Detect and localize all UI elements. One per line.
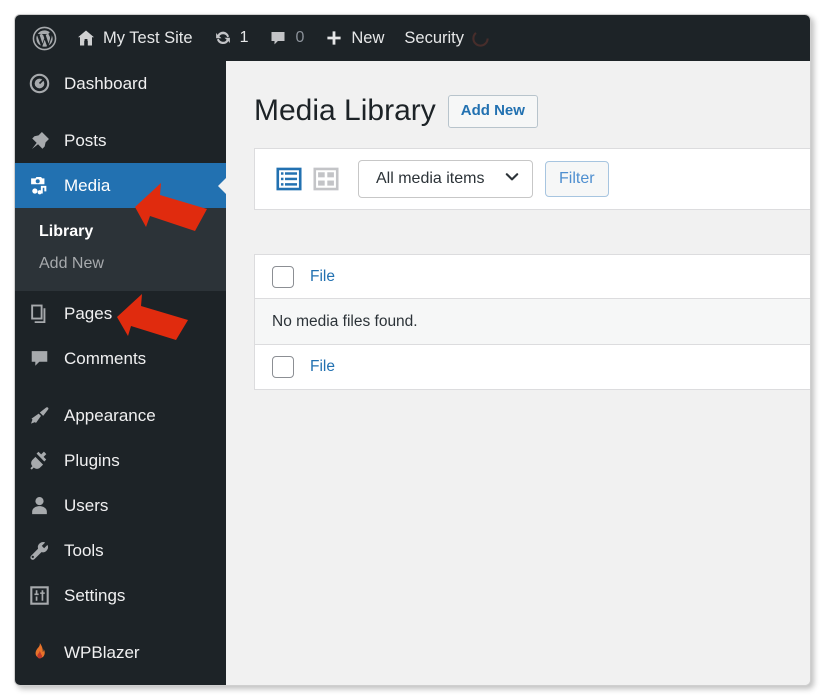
comment-bubble-icon (268, 28, 288, 48)
comments-count: 0 (295, 29, 305, 46)
sidebar-item-appearance[interactable]: Appearance (15, 393, 226, 438)
sidebar-label: Comments (64, 348, 147, 368)
wrench-icon (27, 540, 51, 561)
admin-sidebar-menu: Dashboard Posts Media Library Add New Pa… (15, 61, 226, 685)
loading-spinner-icon (471, 29, 490, 48)
menu-separator (15, 381, 226, 393)
sidebar-label: Settings (64, 585, 126, 605)
sidebar-label: Plugins (64, 450, 120, 470)
home-icon (76, 28, 96, 48)
table-header-row: File (255, 255, 810, 299)
empty-message: No media files found. (272, 312, 418, 330)
media-type-filter-select[interactable]: All media items (358, 160, 533, 198)
page-title: Media Library (254, 94, 436, 127)
media-list-table: File No media files found. File (254, 254, 810, 390)
sidebar-label: Appearance (64, 405, 156, 425)
paintbrush-icon (27, 405, 51, 426)
sidebar-label: Media (64, 175, 111, 195)
media-camera-music-icon (27, 175, 51, 196)
sidebar-item-wpblazer[interactable]: WPBlazer (15, 630, 226, 675)
sidebar-item-plugins[interactable]: Plugins (15, 438, 226, 483)
select-all-checkbox-footer[interactable] (272, 356, 294, 378)
wordpress-logo-button[interactable] (23, 15, 66, 61)
column-footer-file[interactable]: File (310, 358, 335, 376)
menu-separator (15, 618, 226, 630)
sidebar-item-tools[interactable]: Tools (15, 528, 226, 573)
page-header: Media Library Add New (226, 61, 810, 129)
user-icon (27, 495, 51, 516)
submenu-item-library[interactable]: Library (15, 216, 226, 248)
updates-icon (213, 28, 233, 48)
media-submenu: Library Add New (15, 208, 226, 291)
view-switcher (275, 166, 339, 193)
site-name-label: My Test Site (103, 28, 193, 47)
security-label: Security (404, 28, 464, 47)
chevron-down-icon (504, 169, 520, 190)
updates-menu[interactable]: 1 (203, 15, 259, 61)
wordpress-admin-screenshot: My Test Site 1 0 New Security Dashboard … (14, 14, 811, 686)
sidebar-item-posts[interactable]: Posts (15, 118, 226, 163)
media-type-filter-value: All media items (376, 170, 485, 187)
sidebar-item-settings[interactable]: Settings (15, 573, 226, 618)
submenu-item-add-new[interactable]: Add New (15, 248, 226, 280)
table-footer-row: File (255, 345, 810, 389)
sidebar-item-pages[interactable]: Pages (15, 291, 226, 336)
sidebar-label: Pages (64, 303, 113, 323)
sidebar-item-users[interactable]: Users (15, 483, 226, 528)
new-content-menu[interactable]: New (314, 15, 394, 61)
submenu-label: Add New (39, 255, 104, 272)
add-new-button[interactable]: Add New (447, 94, 538, 128)
new-content-label: New (351, 28, 385, 47)
security-menu[interactable]: Security (394, 15, 500, 61)
sidebar-item-dashboard[interactable]: Dashboard (15, 61, 226, 106)
media-toolbar: All media items Filter (254, 148, 810, 210)
site-name-menu[interactable]: My Test Site (66, 15, 203, 61)
sidebar-label: Users (64, 495, 109, 515)
admin-bar: My Test Site 1 0 New Security (15, 15, 810, 61)
sidebar-label: Posts (64, 130, 107, 150)
plus-icon (324, 28, 344, 48)
settings-sliders-icon (27, 585, 51, 606)
submenu-label: Library (39, 223, 94, 240)
main-content-area: Media Library Add New All media items Fi… (226, 61, 810, 685)
comment-bubble-icon (27, 348, 51, 369)
updates-count: 1 (239, 29, 249, 46)
sidebar-item-comments[interactable]: Comments (15, 336, 226, 381)
menu-separator (15, 106, 226, 118)
dashboard-icon (27, 73, 51, 94)
list-view-icon[interactable] (275, 166, 302, 193)
sidebar-label: WPBlazer (64, 642, 140, 662)
grid-view-icon[interactable] (312, 166, 339, 193)
pin-icon (27, 130, 51, 151)
flame-icon (27, 642, 51, 663)
table-empty-row: No media files found. (255, 299, 810, 345)
plug-icon (27, 450, 51, 471)
comments-menu[interactable]: 0 (258, 15, 314, 61)
filter-button[interactable]: Filter (545, 160, 609, 198)
select-all-checkbox[interactable] (272, 265, 294, 288)
pages-icon (27, 303, 51, 324)
wordpress-logo-icon (32, 26, 57, 51)
sidebar-item-media[interactable]: Media (15, 163, 226, 208)
sidebar-label: Dashboard (64, 73, 148, 93)
sidebar-label: Tools (64, 540, 104, 560)
column-header-file[interactable]: File (310, 268, 335, 286)
